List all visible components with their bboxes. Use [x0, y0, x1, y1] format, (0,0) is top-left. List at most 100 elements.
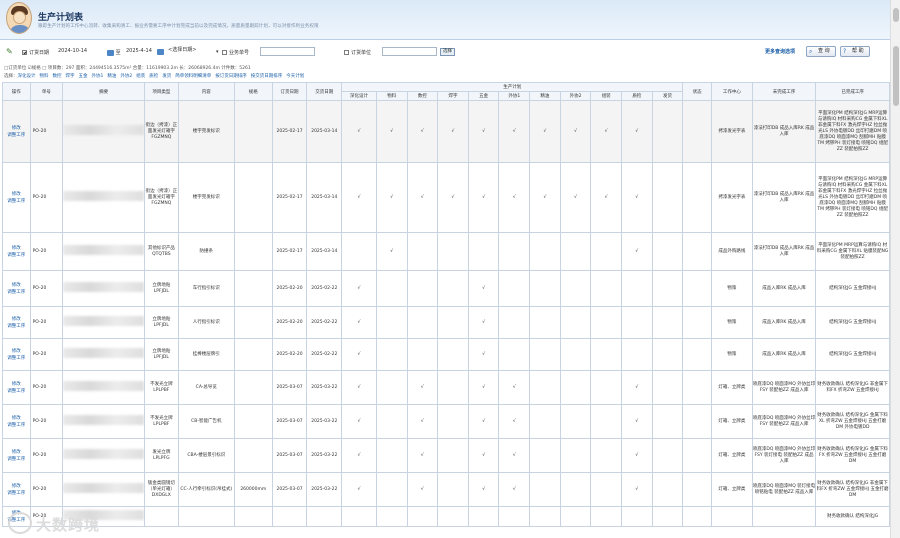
step-filter-link[interactable]: 简单领料明细清单 — [175, 74, 211, 79]
table-row[interactable]: 修改 调整工序 PO-20 街边（拷漆）正面发光灯箱字FGZMNQ 楼字完发标识 2025… — [2, 100, 890, 163]
edit-link[interactable]: 修改 — [3, 348, 29, 355]
vertical-scrollbar[interactable] — [890, 40, 900, 538]
col-step: 组装 — [590, 91, 623, 101]
adjust-process-link[interactable]: 调整工序 — [3, 132, 29, 139]
adjust-process-link[interactable]: 调整工序 — [3, 456, 29, 463]
step-filter-link[interactable]: 按订货日期排序 — [215, 74, 247, 79]
date-to-input[interactable]: 2025-4-14 — [124, 47, 154, 56]
col-step: 五金 — [467, 91, 500, 101]
order-date-checkbox[interactable]: 订货日期 — [22, 49, 49, 56]
order-unit-input[interactable] — [382, 47, 437, 56]
edit-link[interactable]: 修改 — [3, 125, 29, 132]
table-row[interactable]: 修改 调整工序 PO-20 其他标识产品QTQTBS 防撞条 2025-02-17 2025… — [2, 232, 890, 271]
adjust-process-link[interactable]: 调整工序 — [3, 198, 29, 205]
edit-link[interactable]: 修改 — [3, 245, 29, 252]
col-step: 数控 — [406, 91, 439, 101]
pending-process-cell: 漆法打印DB 成品入库RK 成品入库 — [751, 100, 817, 163]
date-to-calendar[interactable] — [157, 49, 164, 56]
search-button[interactable]: ⌕ 查 询 — [806, 46, 836, 57]
project-type-cell: 发光立牌LPLPFG — [144, 438, 179, 473]
adjust-process-link[interactable]: 调整工序 — [3, 422, 29, 429]
project-type-cell: 其他标识产品QTQTBS — [144, 232, 179, 271]
delivery-date-cell: 2025-03-22 — [306, 404, 343, 439]
step-check-cell — [590, 404, 623, 439]
edit-link[interactable]: 修改 — [3, 449, 29, 456]
step-check-cell — [529, 472, 561, 507]
step-check-cell — [559, 338, 592, 371]
step-filter-link[interactable]: 物料 — [40, 74, 49, 79]
step-filter-link[interactable]: 外协1 — [92, 74, 104, 79]
spec-cell — [233, 100, 273, 163]
step-check-cell — [498, 270, 531, 307]
edit-link[interactable]: 修改 — [3, 316, 29, 323]
row-op-cell: 修改 调整工序 — [2, 472, 31, 507]
adjust-process-link[interactable]: 调整工序 — [3, 289, 29, 296]
adjust-process-link[interactable]: 调整工序 — [3, 388, 29, 395]
step-check-cell: √ — [621, 100, 653, 163]
header-scrollbar[interactable] — [890, 0, 900, 40]
table-row[interactable]: 修改 调整工序 PO-20 立牌地贴LPFJDL 车行指引标识 2025-02-20 202… — [2, 270, 890, 307]
status-cell — [682, 270, 712, 307]
summary-cell — [62, 472, 145, 507]
adjust-process-link[interactable]: 调整工序 — [3, 490, 29, 497]
table-row[interactable]: 修改 调整工序 PO-20 发光立牌LPLPFG CBA-楼层景引标识 2025-03-0… — [2, 438, 890, 473]
step-filter-link[interactable]: 深化设计 — [18, 74, 36, 79]
date-separator: 至 — [115, 50, 121, 56]
step-filter-link[interactable]: 五金 — [79, 74, 88, 79]
step-filter-link[interactable]: 质检 — [149, 74, 158, 79]
step-check-cell — [590, 270, 623, 307]
step-check-cell — [651, 100, 684, 163]
step-filter-link[interactable]: 焊字 — [66, 74, 75, 79]
scrollbar-thumb[interactable] — [893, 46, 899, 106]
table-row[interactable]: 修改 调整工序 PO-20 街边（拷漆）正面发光灯箱字FGZMNQ 楼字完发标识 2025… — [2, 162, 890, 233]
step-filter-link[interactable]: 精油 — [107, 74, 116, 79]
content-cell: CB-智能广告机 — [177, 404, 235, 439]
order-date-cell: 2025-03-07 — [271, 438, 308, 473]
edit-link[interactable]: 修改 — [3, 191, 29, 198]
order-no-input[interactable] — [260, 47, 315, 56]
project-type-cell: 不发光立牌LPLPBF — [144, 404, 179, 439]
more-options-link[interactable]: 更多查询选项 — [765, 48, 795, 55]
table-row[interactable]: 修改 调整工序 PO-20 不发光立牌LPLPBF CA-总导览 2025-03-07 20… — [2, 370, 890, 405]
date-from-input[interactable]: 2024-10-14 — [56, 47, 106, 56]
table-row[interactable]: 修改 调整工序 PO-20 钣金类圆镜切（单光灯箱）DXDGLX CC-人行牵引标识(吊… — [2, 472, 890, 507]
table-row[interactable]: 修改 调整工序 PO-20 立牌地贴LPFJDL 挂棒楼层牌引 2025-02-20 202… — [2, 338, 890, 371]
step-filter-link[interactable]: 数控 — [53, 74, 62, 79]
adjust-process-link[interactable]: 调整工序 — [3, 323, 29, 330]
step-check-cell — [529, 338, 561, 371]
adjust-process-link[interactable]: 调整工序 — [3, 252, 29, 259]
step-check-cell: √ — [590, 162, 623, 233]
adjust-process-link[interactable]: 调整工序 — [3, 355, 29, 362]
table-row[interactable]: 修改 调整工序 PO-20 立牌地贴LPFJDL 人行指引标识 2025-02-20 202… — [2, 306, 890, 339]
edit-link[interactable]: 修改 — [3, 381, 29, 388]
done-process-cell: 财务收款确认 结构深化JG 非金属下料FX 折弯ZW 五金焊接HJ 五金打磨DM — [815, 472, 890, 507]
redacted-summary — [63, 245, 144, 255]
step-check-cell: √ — [498, 162, 531, 233]
table-row[interactable]: 修改 调整工序 PO-20 不发光立牌LPLPBF CB-智能广告机 2025-03-07… — [2, 404, 890, 439]
content-cell: 楼字完发标识 — [177, 100, 235, 163]
order-unit-checkbox[interactable]: 订货单位 — [344, 49, 371, 56]
step-filter-link[interactable]: 发货 — [162, 74, 171, 79]
step-filter-link[interactable]: 今天计划 — [286, 74, 304, 79]
done-process-cell: 财务收款确认 结构深化JG 非金属下料FX 折弯ZW 五金焊接HJ — [815, 370, 890, 405]
edit-link[interactable]: 修改 — [3, 415, 29, 422]
step-filter-link[interactable]: 按交货日期排序 — [251, 74, 283, 79]
col-step: 发货 — [651, 91, 684, 101]
status-cell — [682, 162, 712, 233]
step-check-cell — [590, 370, 623, 405]
edit-link[interactable]: 修改 — [3, 483, 29, 490]
page-subtitle: 跟踪生产计划的工作中心流转、收集采购清工、报业务需要工序中计划完成当前以及完成情… — [38, 24, 319, 29]
date-range-select[interactable]: <选择日期> — [168, 47, 196, 56]
step-filter-link[interactable]: 组装 — [136, 74, 145, 79]
order-unit-label: 订货单位 — [351, 50, 372, 56]
status-cell — [682, 100, 712, 163]
step-filter-link[interactable]: 外协2 — [120, 74, 132, 79]
date-from-calendar[interactable]: 至 — [107, 49, 121, 56]
chevron-down-icon[interactable]: ▾ — [216, 49, 219, 55]
edit-link[interactable]: 修改 — [3, 282, 29, 289]
help-button[interactable]: ? 帮 助 — [840, 46, 870, 57]
work-center-cell: 灯箱、立牌类 — [711, 438, 753, 473]
select-button[interactable]: 选择 — [440, 48, 455, 56]
order-no-checkbox[interactable]: 业务单号 — [222, 49, 249, 56]
step-check-cell: √ — [437, 100, 469, 163]
